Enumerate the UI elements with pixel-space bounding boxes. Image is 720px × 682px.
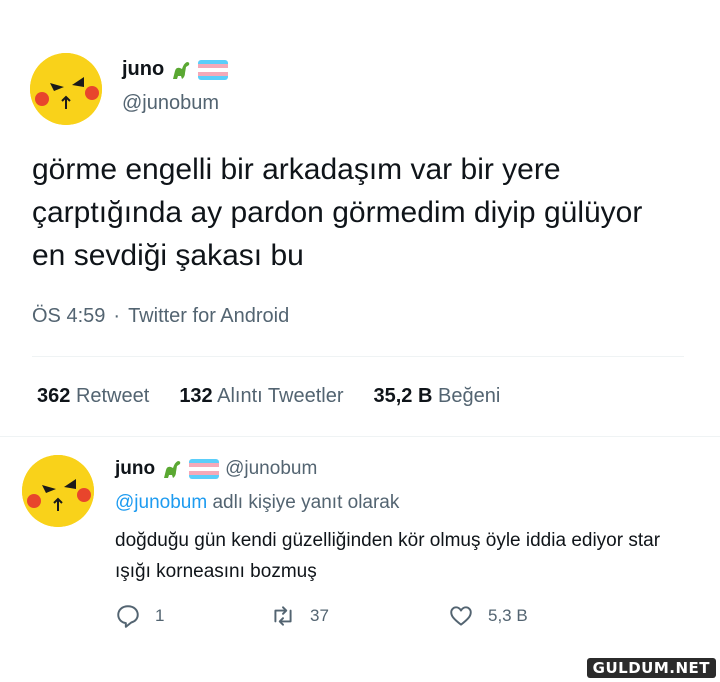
author-name-row: juno	[122, 58, 229, 81]
reply-text: doğduğu gün kendi güzelliğinden kör olmu…	[115, 530, 661, 582]
retweet-icon	[274, 606, 292, 626]
watermark: GULDUM.NET	[586, 658, 716, 678]
reply-count: 1	[155, 606, 165, 625]
tweet-text: görme engelli bir arkadaşım var bir yere…	[32, 153, 643, 272]
tweet-source[interactable]: Twitter for Android	[128, 305, 289, 328]
divider	[0, 436, 720, 437]
reply-author-handle[interactable]: @junobum	[225, 458, 317, 480]
main-tweet: juno @junobum görme engelli bir arkadaşı…	[0, 0, 720, 436]
tweet-time[interactable]: ÖS 4:59	[32, 305, 105, 328]
stat-quotes[interactable]: 132 Alıntı Tweetler	[179, 385, 343, 408]
stat-retweets[interactable]: 362 Retweet	[37, 385, 149, 408]
replying-to: @junobum adlı kişiye yanıt olarak	[115, 492, 399, 514]
author-avatar[interactable]	[30, 53, 102, 125]
replying-suffix: adlı kişiye yanıt olarak	[212, 492, 400, 513]
like-button[interactable]: 5,3 B	[448, 603, 528, 629]
comment-icon	[117, 605, 139, 628]
reply-actions: 1 37 5,3 B	[115, 603, 528, 629]
pikachu-avatar-icon	[30, 53, 102, 125]
replying-mention[interactable]: @junobum	[115, 492, 207, 513]
retweet-button[interactable]: 37	[270, 603, 448, 629]
reply-author-avatar[interactable]	[22, 455, 94, 527]
dinosaur-icon	[161, 458, 183, 480]
author-handle[interactable]: @junobum	[122, 92, 219, 115]
meta-separator: ·	[113, 305, 121, 327]
divider	[32, 356, 684, 357]
stat-likes[interactable]: 35,2 B Beğeni	[374, 385, 501, 408]
tweet-stats: 362 Retweet 132 Alıntı Tweetler 35,2 B B…	[37, 385, 500, 408]
dinosaur-icon	[170, 59, 192, 81]
retweet-count: 37	[310, 606, 329, 625]
pikachu-avatar-icon	[22, 455, 94, 527]
tweet-meta: ÖS 4:59 · Twitter for Android	[32, 305, 289, 328]
trans-flag-icon	[189, 459, 220, 479]
reply-button[interactable]: 1	[115, 603, 270, 629]
author-name[interactable]: juno	[122, 58, 164, 81]
heart-icon	[450, 606, 472, 626]
trans-flag-icon	[198, 59, 229, 80]
like-count: 5,3 B	[488, 606, 528, 625]
reply-author-name[interactable]: juno	[115, 458, 155, 480]
reply-name-row: juno @junobum	[115, 458, 317, 480]
